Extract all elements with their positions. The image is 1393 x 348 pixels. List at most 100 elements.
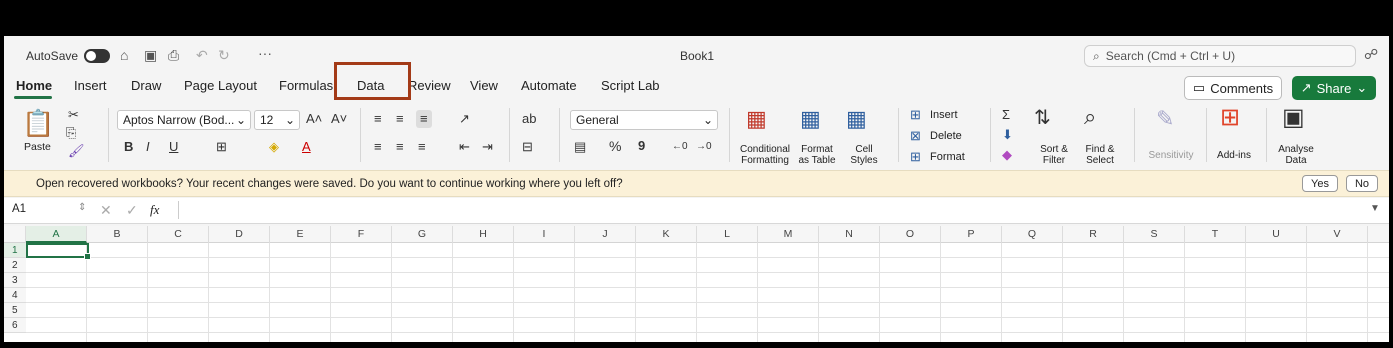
share-button[interactable]: ↗ Share ⌄ (1292, 76, 1376, 100)
bold-button[interactable]: B (124, 140, 133, 154)
tab-home[interactable]: Home (16, 78, 52, 93)
font-size-select[interactable]: 12 ⌄ (254, 110, 300, 130)
delete-cells-icon[interactable]: ⊠ (910, 129, 921, 143)
select-all-corner[interactable] (4, 226, 26, 243)
align-center-icon[interactable]: ≡ (396, 140, 404, 154)
row-header-6[interactable]: 6 (4, 318, 26, 333)
column-header-u[interactable]: U (1246, 226, 1307, 243)
tab-review[interactable]: Review (411, 78, 451, 93)
align-left-icon[interactable]: ≡ (374, 140, 382, 154)
copy-icon[interactable]: ⎘ (66, 126, 76, 140)
comma-button[interactable]: 9 (638, 139, 645, 153)
enter-icon[interactable]: ✓ (126, 202, 138, 219)
merge-center-icon[interactable]: ⊟ (522, 140, 533, 154)
expand-formula-icon[interactable]: ▼ (1370, 203, 1380, 214)
tab-page-layout[interactable]: Page Layout (184, 78, 257, 93)
number-format-select[interactable]: General ⌄ (570, 110, 718, 130)
format-label[interactable]: Format (930, 152, 965, 163)
format-as-table-icon[interactable]: ▦ (800, 108, 821, 130)
column-header-t[interactable]: T (1185, 226, 1246, 243)
delete-label[interactable]: Delete (930, 131, 962, 142)
fill-icon[interactable]: ⬇ (1002, 128, 1013, 142)
yes-button[interactable]: Yes (1302, 175, 1338, 192)
add-ins-icon[interactable]: ⊞ (1220, 106, 1240, 130)
paste-icon[interactable]: 📋 (22, 110, 54, 136)
row-header-3[interactable]: 3 (4, 273, 26, 288)
formula-input[interactable] (184, 203, 1364, 219)
align-middle-icon[interactable]: ≡ (396, 112, 404, 126)
increase-indent-icon[interactable]: ⇥ (482, 140, 493, 154)
column-header-c[interactable]: C (148, 226, 209, 243)
column-header-m[interactable]: M (758, 226, 819, 243)
home-icon[interactable]: ⌂ (120, 48, 128, 62)
column-header-i[interactable]: I (514, 226, 575, 243)
spreadsheet-grid[interactable]: ABCDEFGHIJKLMNOPQRSTUV 123456 (4, 226, 1389, 342)
increase-decimal-icon[interactable]: ←0 (672, 140, 688, 154)
autosum-icon[interactable]: Σ (1002, 108, 1010, 122)
format-cells-icon[interactable]: ⊞ (910, 150, 921, 164)
align-right-icon[interactable]: ≡ (418, 140, 426, 154)
row-header-5[interactable]: 5 (4, 303, 26, 318)
name-box-stepper-icon[interactable]: ⇕ (78, 202, 86, 213)
orientation-icon[interactable]: ↗ (459, 112, 470, 126)
currency-icon[interactable]: ▤ (574, 140, 586, 154)
column-header-v[interactable]: V (1307, 226, 1368, 243)
percent-button[interactable]: % (609, 139, 621, 153)
find-select-icon[interactable]: ⌕ (1084, 106, 1096, 128)
tab-view[interactable]: View (470, 78, 498, 93)
save-icon[interactable]: ▣ (144, 48, 157, 62)
row-header-1[interactable]: 1 (4, 243, 26, 258)
tab-automate[interactable]: Automate (521, 78, 577, 93)
wrap-text-icon[interactable]: ab (522, 112, 536, 126)
sensitivity-icon[interactable]: ✎ (1156, 108, 1174, 130)
column-header-k[interactable]: K (636, 226, 697, 243)
more-icon[interactable]: ··· (258, 46, 272, 60)
decrease-indent-icon[interactable]: ⇤ (459, 140, 470, 154)
redo-icon[interactable]: ↻ (218, 48, 230, 62)
column-header-r[interactable]: R (1063, 226, 1124, 243)
column-header-a[interactable]: A (26, 226, 87, 243)
align-bottom-icon[interactable]: ≡ (416, 110, 432, 128)
insert-label[interactable]: Insert (930, 110, 958, 121)
row-header-4[interactable]: 4 (4, 288, 26, 303)
tab-draw[interactable]: Draw (131, 78, 161, 93)
column-header-b[interactable]: B (87, 226, 148, 243)
column-header-j[interactable]: J (575, 226, 636, 243)
column-header-s[interactable]: S (1124, 226, 1185, 243)
tab-formulas[interactable]: Formulas (279, 78, 333, 93)
insert-function-button[interactable]: fx (150, 202, 159, 218)
column-header-o[interactable]: O (880, 226, 941, 243)
font-name-select[interactable]: Aptos Narrow (Bod... ⌄ (117, 110, 251, 130)
comments-button[interactable]: ▭ Comments (1184, 76, 1282, 100)
search-input[interactable]: ⌕ Search (Cmd + Ctrl + U) (1084, 45, 1356, 67)
column-header-n[interactable]: N (819, 226, 880, 243)
tab-script-lab[interactable]: Script Lab (601, 78, 660, 93)
save-as-icon[interactable]: ⎙ (168, 48, 179, 62)
column-header-l[interactable]: L (697, 226, 758, 243)
column-header-d[interactable]: D (209, 226, 270, 243)
underline-button[interactable]: U (169, 140, 178, 154)
collaborate-icon[interactable]: ☍ (1364, 47, 1378, 61)
cut-icon[interactable]: ✂ (68, 108, 79, 122)
undo-icon[interactable]: ↶ (196, 48, 208, 62)
decrease-decimal-icon[interactable]: →0 (696, 140, 712, 154)
column-header-h[interactable]: H (453, 226, 514, 243)
align-top-icon[interactable]: ≡ (374, 112, 382, 126)
borders-icon[interactable]: ⊞ (216, 140, 227, 154)
column-header-q[interactable]: Q (1002, 226, 1063, 243)
sort-filter-icon[interactable]: ⇅ (1034, 108, 1051, 128)
autosave-toggle[interactable] (84, 49, 110, 63)
row-header-2[interactable]: 2 (4, 258, 26, 273)
font-color-icon[interactable]: A (302, 140, 311, 154)
increase-font-icon[interactable]: A˄ (306, 112, 322, 126)
column-header-e[interactable]: E (270, 226, 331, 243)
fill-color-icon[interactable]: ◈ (269, 140, 279, 154)
tab-insert[interactable]: Insert (74, 78, 107, 93)
name-box[interactable]: A1 (12, 203, 26, 215)
insert-cells-icon[interactable]: ⊞ (910, 108, 921, 122)
italic-button[interactable]: I (146, 140, 150, 154)
active-cell[interactable] (26, 243, 91, 260)
column-header-f[interactable]: F (331, 226, 392, 243)
clear-icon[interactable]: ◆ (1002, 148, 1012, 162)
cancel-icon[interactable]: ✕ (100, 202, 112, 219)
